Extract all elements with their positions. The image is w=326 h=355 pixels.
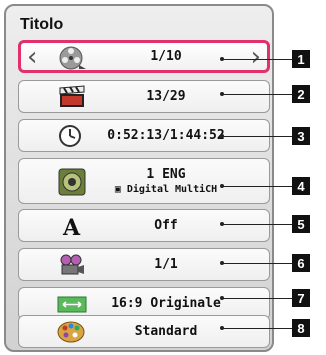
- callout-line: [222, 136, 292, 137]
- callout-line: [222, 186, 292, 187]
- callout-number: 3: [292, 127, 310, 145]
- callout-dot: [220, 222, 224, 226]
- angle-value: 1/1: [154, 257, 178, 272]
- audio-language-value: 1 ENG: [146, 167, 186, 182]
- callout-line: [222, 328, 292, 329]
- audio-row[interactable]: 1 ENG ▣ Digital MultiCH: [18, 158, 270, 204]
- audio-format-value: ▣ Digital MultiCH: [114, 184, 218, 195]
- info-menu-panel: Titolo ‹ 1/10 › 13/29 0:52:13/1:44:52 1 …: [4, 4, 274, 352]
- callout-line: [222, 94, 292, 95]
- callout-line: [222, 263, 292, 264]
- angle-row[interactable]: 1/1: [18, 248, 270, 281]
- next-arrow[interactable]: ›: [251, 43, 261, 71]
- callout-dot: [220, 134, 224, 138]
- chapter-row[interactable]: 13/29: [18, 80, 270, 113]
- callout-number: 5: [292, 215, 310, 233]
- title-value: 1/10: [150, 49, 182, 64]
- callout-line: [222, 298, 292, 299]
- callout-line: [222, 59, 292, 60]
- chapter-value: 13/29: [146, 89, 186, 104]
- callout-dot: [220, 326, 224, 330]
- subtitle-value: Off: [154, 218, 178, 233]
- callout-number: 7: [292, 289, 310, 307]
- callout-dot: [220, 184, 224, 188]
- picture-mode-value: Standard: [134, 324, 198, 339]
- picture-mode-row[interactable]: Standard: [18, 315, 270, 348]
- callout-number: 8: [292, 319, 310, 337]
- subtitle-row[interactable]: A Off: [18, 209, 270, 242]
- callout-dot: [220, 261, 224, 265]
- callout-number: 2: [292, 85, 310, 103]
- callout-dot: [220, 92, 224, 96]
- callout-number: 6: [292, 254, 310, 272]
- callout-number: 4: [292, 177, 310, 195]
- callout-dot: [220, 296, 224, 300]
- callout-number: 1: [292, 50, 310, 68]
- callout-line: [222, 224, 292, 225]
- callout-dot: [220, 57, 224, 61]
- title-row[interactable]: ‹ 1/10 ›: [18, 40, 270, 73]
- menu-title: Titolo: [20, 16, 64, 33]
